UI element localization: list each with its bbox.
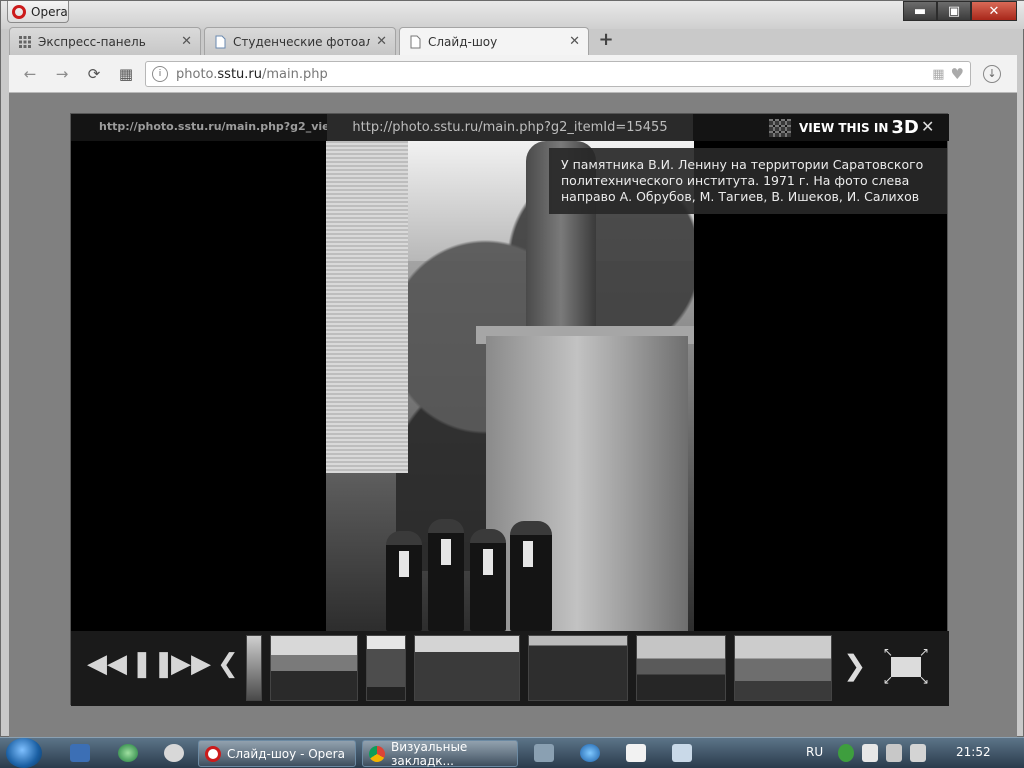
browser-window: Opera ▬ ▣ ✕ Экспресс-панель ✕ Студенческ… xyxy=(0,0,1024,738)
taskbar: Слайд-шоу - Opera Визуальные закладк... … xyxy=(0,737,1024,768)
network-icon[interactable] xyxy=(886,744,902,762)
thumbnail[interactable] xyxy=(414,635,520,701)
view-in-3d-button[interactable]: VIEW THIS IN 3D xyxy=(769,117,919,138)
minimize-button[interactable]: ▬ xyxy=(903,1,937,21)
speaker-icon[interactable] xyxy=(910,744,926,762)
view-in-label: VIEW THIS IN xyxy=(799,120,889,135)
fast-forward-icon[interactable]: ▶▶ xyxy=(171,649,211,679)
opera-menu-button[interactable]: Opera xyxy=(7,1,69,23)
3d-grid-icon xyxy=(769,118,791,137)
slide-photo xyxy=(326,141,694,631)
address-bar[interactable]: i photo. sstu.ru/main.php ▦ ♥ xyxy=(145,61,971,87)
close-window-button[interactable]: ✕ xyxy=(971,1,1017,21)
slideshow-viewer: http://photo.sstu.ru/main.php?g2_vie... … xyxy=(70,113,949,706)
forward-icon[interactable]: → xyxy=(53,65,71,83)
stash-icon[interactable]: ▦ xyxy=(932,67,944,82)
photo-caption: У памятника В.И. Ленину на территории Са… xyxy=(549,148,947,214)
current-url-label: http://photo.sstu.ru/main.php?g2_itemId=… xyxy=(327,114,693,141)
new-tab-button[interactable]: + xyxy=(597,31,615,49)
speed-dial-icon[interactable]: ▦ xyxy=(117,65,135,83)
thumbnail[interactable] xyxy=(636,635,726,701)
tab-express-panel[interactable]: Экспресс-панель ✕ xyxy=(9,27,201,55)
taskbar-task-chrome[interactable]: Визуальные закладк... xyxy=(362,739,518,768)
slideshow-controls: ◀◀ ❚❚ ▶▶ ❮ ❯ ↖ ↗ ↙ ↘ xyxy=(71,631,949,706)
tab-close-icon[interactable]: ✕ xyxy=(376,34,387,49)
taskbar-task-opera[interactable]: Слайд-шоу - Opera xyxy=(198,740,356,767)
download-icon[interactable]: ↓ xyxy=(983,65,1001,83)
flag-icon[interactable] xyxy=(862,744,878,762)
tab-bar: Экспресс-панель ✕ Студенческие фотоальбо… xyxy=(9,27,1017,55)
page-content: http://photo.sstu.ru/main.php?g2_vie... … xyxy=(9,93,1017,738)
opera-logo-icon xyxy=(205,745,221,762)
url-prefix: photo. xyxy=(176,66,218,82)
title-bar: Opera ▬ ▣ ✕ xyxy=(1,1,1024,29)
tab-slideshow[interactable]: Слайд-шоу ✕ xyxy=(399,27,589,55)
thumbnail[interactable] xyxy=(246,635,262,701)
thumbnail[interactable] xyxy=(270,635,358,701)
thumbnail[interactable] xyxy=(528,635,628,701)
media-player-icon[interactable] xyxy=(118,744,138,762)
grid-icon xyxy=(19,35,31,48)
page-icon xyxy=(410,35,421,48)
yandex-browser-icon[interactable] xyxy=(626,744,646,762)
quick-launch-icon[interactable] xyxy=(534,744,554,762)
page-icon xyxy=(215,35,226,48)
thumbnail[interactable] xyxy=(366,635,406,701)
language-indicator[interactable]: RU xyxy=(806,745,823,759)
tab-close-icon[interactable]: ✕ xyxy=(181,34,192,49)
pause-icon[interactable]: ❚❚ xyxy=(131,649,175,679)
url-path: /main.php xyxy=(262,66,328,82)
start-button[interactable] xyxy=(6,738,42,768)
url-host: sstu.ru xyxy=(217,66,263,82)
taskbar-pinned-icon[interactable] xyxy=(70,744,90,762)
close-slideshow-button[interactable]: ✕ xyxy=(921,117,934,136)
thumbnail-strip xyxy=(246,635,832,701)
tab-label: Слайд-шоу xyxy=(428,34,498,49)
site-info-icon[interactable]: i xyxy=(152,66,168,82)
window-controls: ▬ ▣ ✕ xyxy=(903,1,1017,21)
3d-label: 3D xyxy=(891,117,919,138)
antivirus-icon[interactable] xyxy=(838,744,854,762)
previous-thumb-icon[interactable]: ❮ xyxy=(217,649,239,679)
tab-close-icon[interactable]: ✕ xyxy=(569,34,580,49)
tab-label: Экспресс-панель xyxy=(38,34,146,49)
maximize-button[interactable]: ▣ xyxy=(937,1,971,21)
chrome-logo-icon xyxy=(369,745,385,762)
thumbnail[interactable] xyxy=(734,635,832,701)
yandex-icon[interactable] xyxy=(164,744,184,762)
ie-icon[interactable] xyxy=(580,744,600,762)
volume-app-icon[interactable] xyxy=(672,744,692,762)
task-label: Слайд-шоу - Opera xyxy=(227,746,345,761)
next-thumb-icon[interactable]: ❯ xyxy=(843,649,866,682)
heart-icon[interactable]: ♥ xyxy=(951,65,964,83)
tab-student-albums[interactable]: Студенческие фотоальбо ✕ xyxy=(204,27,396,55)
back-icon[interactable]: ← xyxy=(21,65,39,83)
slideshow-header: http://photo.sstu.ru/main.php?g2_vie... … xyxy=(71,114,949,141)
tab-label: Студенческие фотоальбо xyxy=(233,34,371,49)
task-label: Визуальные закладк... xyxy=(391,739,468,768)
opera-menu-label: Opera xyxy=(31,4,68,19)
clock[interactable]: 21:52 xyxy=(956,745,991,759)
previous-url-label: http://photo.sstu.ru/main.php?g2_vie... xyxy=(99,120,343,133)
navigation-bar: ← → ⟳ ▦ i photo. sstu.ru/main.php ▦ ♥ ↓ xyxy=(9,55,1017,93)
rewind-icon[interactable]: ◀◀ xyxy=(87,649,127,679)
fullscreen-icon xyxy=(891,657,921,677)
fullscreen-button[interactable]: ↖ ↗ ↙ ↘ xyxy=(883,645,929,687)
reload-icon[interactable]: ⟳ xyxy=(85,65,103,83)
opera-logo-icon xyxy=(12,4,26,19)
